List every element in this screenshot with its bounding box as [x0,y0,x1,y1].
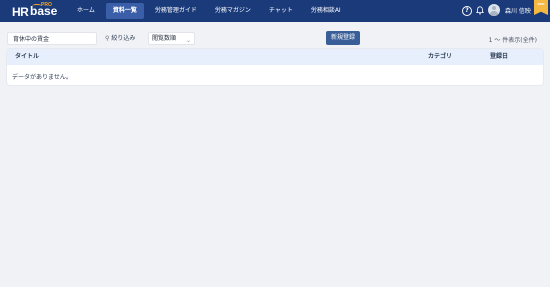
bell-icon[interactable] [476,6,484,15]
logo-base: base [30,4,58,18]
column-header-title[interactable]: タイトル [15,49,39,65]
nav-item-documents[interactable]: 資料一覧 [105,3,144,19]
empty-message: データがありません。 [12,74,72,81]
sort-select[interactable]: 閲覧数順 ⌄ [148,32,195,45]
top-navigation-bar: HR PRO base ホーム 資料一覧 労務管理ガイド 労務マガジン チャット… [0,0,550,22]
filter-button[interactable]: ⚲ 絞り込み [101,32,139,45]
sort-select-value: 閲覧数順 [152,35,177,42]
nav-item-labor-ai[interactable]: 労務相談AI [304,3,348,19]
nav-item-labor-guide[interactable]: 労務管理ガイド [148,3,204,19]
user-name[interactable]: 森川 信映 [505,6,531,15]
new-registration-button[interactable]: 新規登録 [326,31,360,45]
chevron-down-icon: ⌄ [185,37,191,44]
main-nav: ホーム 資料一覧 労務管理ガイド 労務マガジン チャット 労務相談AI [70,3,348,19]
filter-label: 絞り込み [111,35,136,42]
logo-hr: HR [12,5,29,19]
result-count: 1 ～ 件表示(全件) [488,37,537,44]
plan-badge: PRO [534,0,548,15]
nav-item-labor-magazine[interactable]: 労務マガジン [208,3,258,19]
filter-icon: ⚲ [105,35,110,42]
question-circle-icon[interactable]: ? [462,6,472,16]
documents-table: タイトル カテゴリ 登録日 データがありません。 [7,49,543,85]
avatar[interactable] [488,4,500,16]
nav-item-home[interactable]: ホーム [70,3,102,19]
search-input[interactable] [7,32,97,45]
column-header-date[interactable]: 登録日 [490,49,508,65]
table-header: タイトル カテゴリ 登録日 [7,49,543,65]
nav-item-chat[interactable]: チャット [262,3,300,19]
column-header-category[interactable]: カテゴリ [428,49,452,65]
